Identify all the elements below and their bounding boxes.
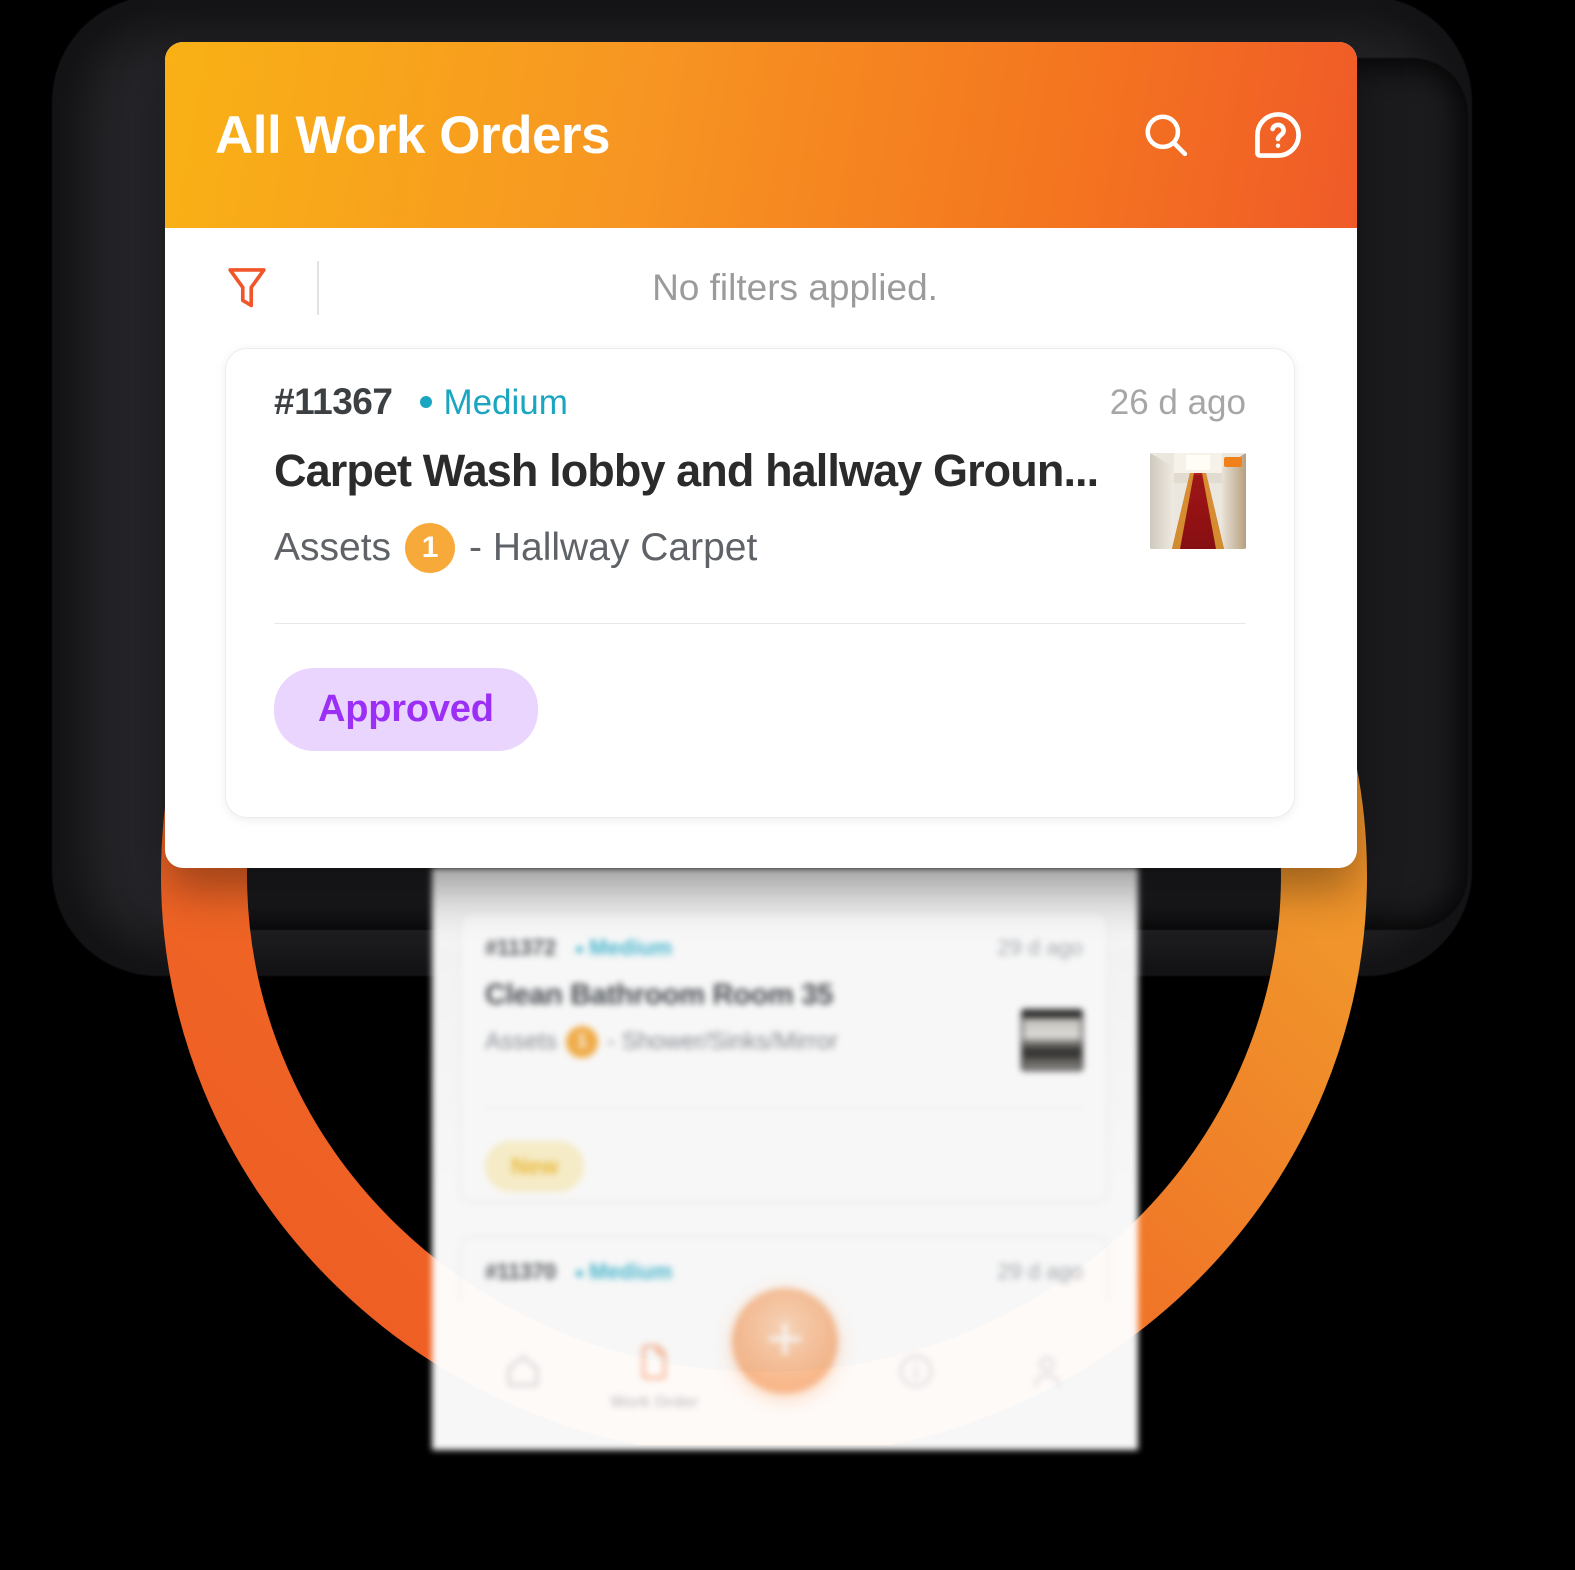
work-order-time-ago: 26 d ago <box>1109 383 1246 422</box>
work-order-assets: Assets 1 - Hallway Carpet <box>274 523 1138 573</box>
priority-dot-icon <box>576 945 584 953</box>
background-card-2-time-ago: 29 d ago <box>997 1259 1083 1284</box>
work-order-card[interactable]: #11367 Medium 26 d ago Carpet Wash lobby… <box>225 348 1295 818</box>
work-order-divider <box>274 623 1246 624</box>
nav-item-info[interactable] <box>861 1350 971 1403</box>
background-card-2-header-row: #11370 Medium 29 d ago <box>485 1259 1083 1285</box>
work-order-priority-label: Medium <box>443 383 568 422</box>
background-card-assets-count: 1 <box>566 1026 599 1058</box>
priority-dot-icon <box>576 1269 584 1277</box>
nav-label-work-order: Work Order <box>610 1393 699 1411</box>
background-phone-screen: #11372 Medium 29 d ago Clean Bathroom Ro… <box>432 868 1138 1450</box>
header-actions <box>1137 106 1307 164</box>
background-card-id-group: #11372 Medium <box>485 935 672 961</box>
nav-item-home[interactable] <box>468 1350 578 1403</box>
work-order-status-badge[interactable]: Approved <box>274 668 538 751</box>
filter-bar: No filters applied. <box>165 228 1357 348</box>
nav-item-work-order[interactable]: Work Order <box>599 1341 709 1412</box>
background-card-time-ago: 29 d ago <box>997 935 1083 960</box>
work-order-id: #11367 <box>274 381 393 422</box>
background-work-order-card[interactable]: #11372 Medium 29 d ago Clean Bathroom Ro… <box>460 912 1108 1202</box>
background-card-2-priority: Medium <box>576 1259 672 1284</box>
add-work-order-fab[interactable] <box>732 1288 838 1394</box>
search-icon[interactable] <box>1137 106 1195 164</box>
background-card-status-badge: New <box>485 1141 585 1192</box>
work-order-header-row: #11367 Medium 26 d ago <box>274 381 1246 423</box>
background-card-2-id-group: #11370 Medium <box>485 1259 672 1285</box>
work-order-priority: Medium <box>420 383 568 423</box>
plus-icon <box>759 1313 811 1370</box>
app-header: All Work Orders <box>165 42 1357 228</box>
background-card-header-row: #11372 Medium 29 d ago <box>485 935 1083 961</box>
work-order-body: Carpet Wash lobby and hallway Groun... A… <box>274 445 1246 573</box>
work-order-title: Carpet Wash lobby and hallway Groun... <box>274 445 1099 496</box>
nav-item-profile[interactable] <box>992 1350 1102 1403</box>
background-card-title: Clean Bathroom Room 35 <box>485 979 833 1011</box>
info-circle-icon <box>895 1350 937 1397</box>
help-circle-icon[interactable] <box>1249 106 1307 164</box>
priority-dot-icon <box>420 395 433 408</box>
bottom-navigation-bar: Work Order <box>432 1288 1138 1450</box>
background-card-priority: Medium <box>576 935 672 960</box>
work-order-assets-label: Assets <box>274 526 392 569</box>
app-window: All Work Orders No filters applied. #113… <box>165 42 1357 868</box>
background-card-assets-label: Assets <box>485 1028 558 1055</box>
background-card-2-priority-label: Medium <box>589 1259 673 1284</box>
work-order-assets-count-badge: 1 <box>405 523 456 573</box>
background-card-priority-label: Medium <box>589 935 673 960</box>
background-card-id: #11372 <box>485 935 556 960</box>
work-order-text-block: Carpet Wash lobby and hallway Groun... A… <box>274 445 1138 573</box>
document-icon <box>633 1341 675 1388</box>
background-card-2-id: #11370 <box>485 1259 556 1284</box>
background-card-assets: Assets 1 - Shower/Sinks/Mirror <box>485 1026 1083 1058</box>
filter-status-text: No filters applied. <box>652 267 938 308</box>
background-card-thumbnail <box>1021 1009 1083 1071</box>
work-order-id-group: #11367 Medium <box>274 381 568 423</box>
home-icon <box>502 1350 544 1397</box>
work-order-assets-name: - Hallway Carpet <box>469 526 758 569</box>
background-card-divider <box>485 1107 1083 1108</box>
filter-funnel-icon[interactable] <box>213 263 281 313</box>
background-card-assets-name: - Shower/Sinks/Mirror <box>607 1028 838 1055</box>
screenshot-stage: #11372 Medium 29 d ago Clean Bathroom Ro… <box>0 0 1575 1570</box>
person-icon <box>1026 1350 1068 1397</box>
page-title: All Work Orders <box>215 105 611 165</box>
work-order-thumbnail[interactable] <box>1150 453 1246 549</box>
